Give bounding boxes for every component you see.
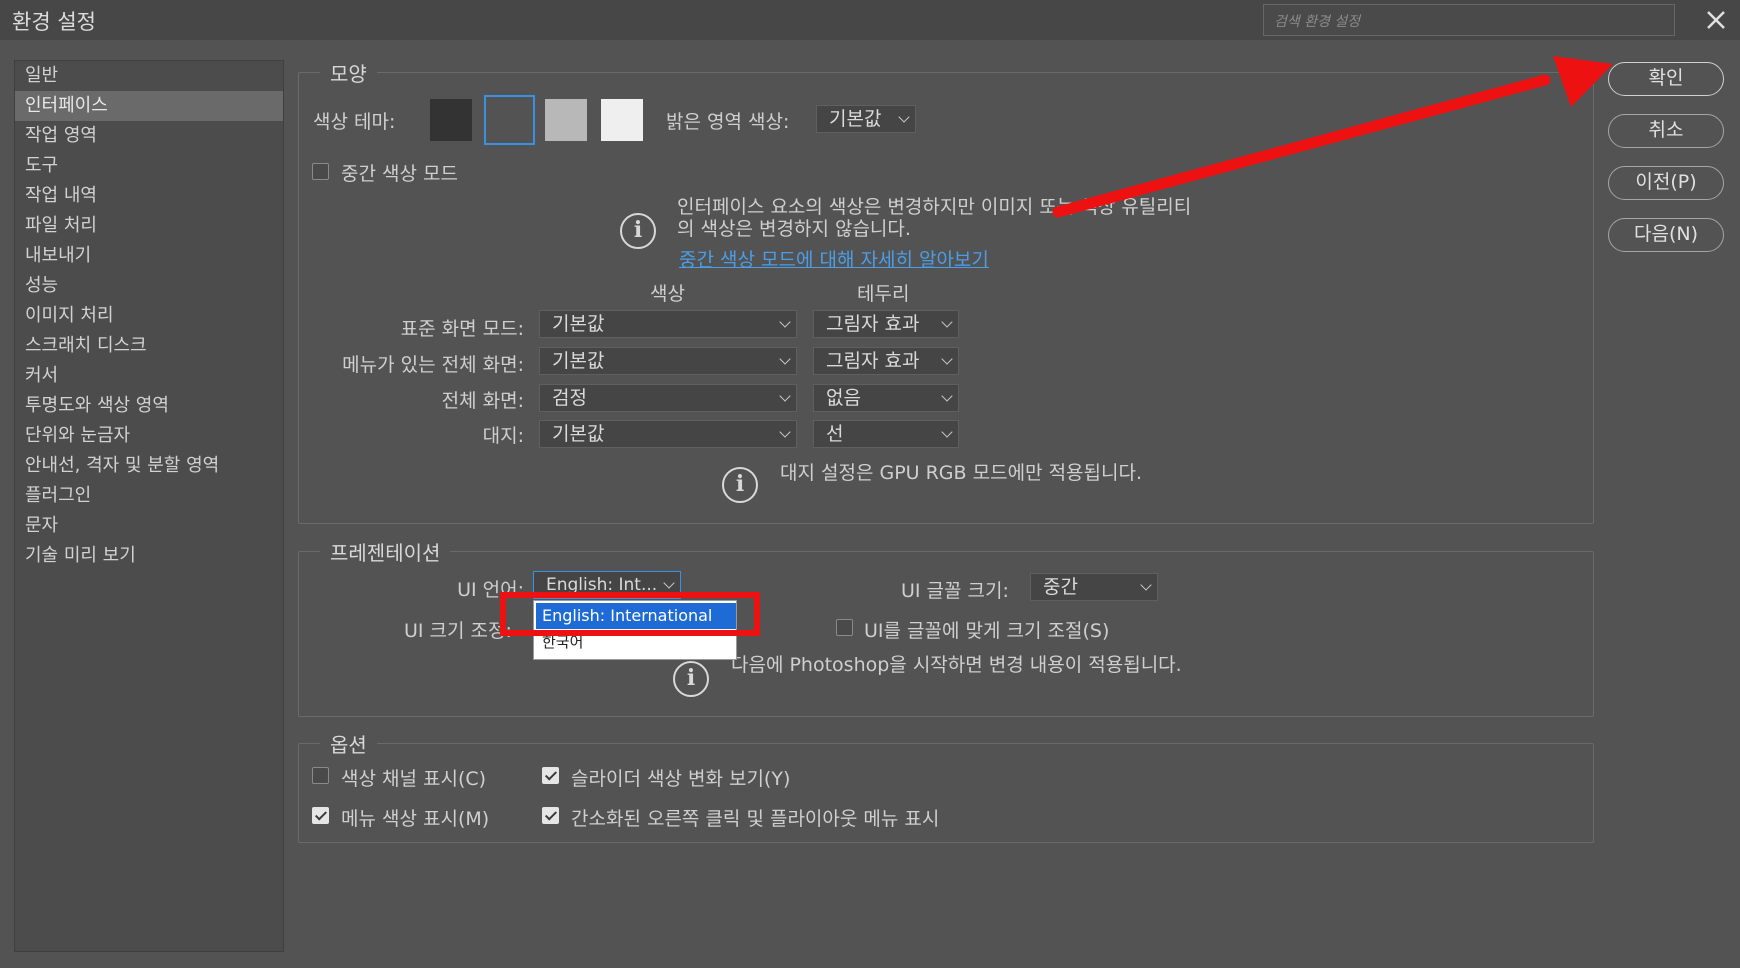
red-arrow-annotation [1052, 56, 1613, 218]
